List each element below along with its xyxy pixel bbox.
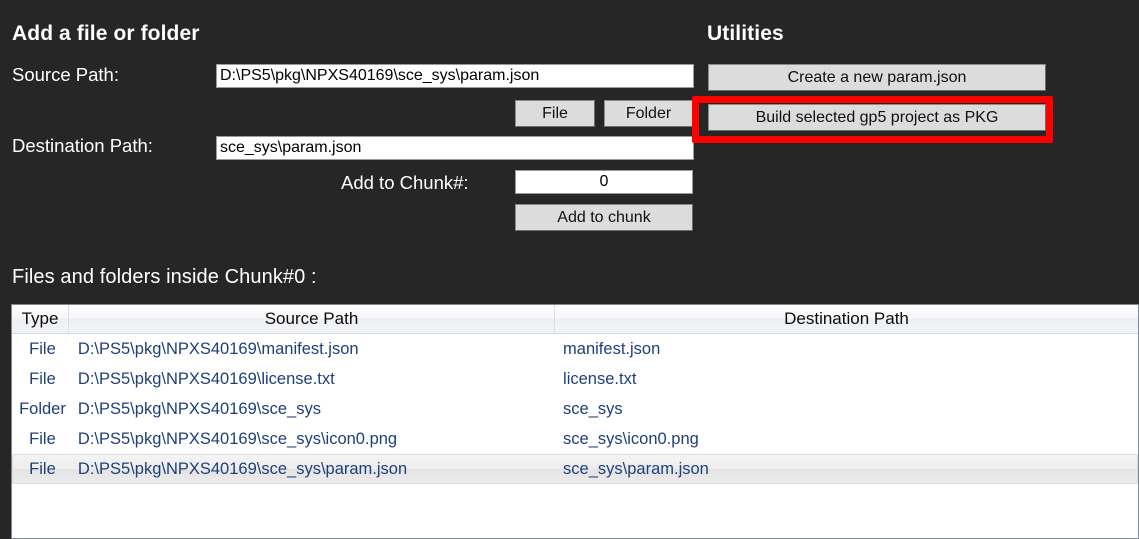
column-header-source-path[interactable]: Source Path — [69, 305, 555, 333]
row-source-path: D:\PS5\pkg\NPXS40169\sce_sys\icon0.png — [77, 430, 398, 448]
row-type: File — [29, 460, 56, 478]
files-listview[interactable]: Type Source Path Destination Path File D… — [11, 304, 1139, 539]
files-listview-body: File D:\PS5\pkg\NPXS40169\manifest.json … — [12, 334, 1138, 484]
table-row[interactable]: File D:\PS5\pkg\NPXS40169\license.txt li… — [12, 364, 1138, 394]
build-pkg-button[interactable]: Build selected gp5 project as PKG — [708, 104, 1046, 131]
source-path-input[interactable] — [216, 64, 694, 88]
chunk-number-input[interactable] — [515, 170, 693, 194]
row-destination-path: sce_sys\param.json — [563, 460, 709, 478]
table-row[interactable]: File D:\PS5\pkg\NPXS40169\manifest.json … — [12, 334, 1138, 364]
row-destination-path: license.txt — [563, 370, 637, 388]
table-row[interactable]: File D:\PS5\pkg\NPXS40169\sce_sys\param.… — [12, 454, 1138, 484]
row-destination-path: sce_sys\icon0.png — [563, 430, 699, 448]
files-listview-header: Type Source Path Destination Path — [12, 305, 1138, 334]
create-param-json-button[interactable]: Create a new param.json — [708, 64, 1046, 91]
destination-path-label: Destination Path: — [12, 135, 153, 156]
column-header-type[interactable]: Type — [12, 305, 69, 333]
add-to-chunk-label: Add to Chunk#: — [341, 172, 469, 193]
table-row[interactable]: File D:\PS5\pkg\NPXS40169\sce_sys\icon0.… — [12, 424, 1138, 454]
row-type: Folder — [19, 400, 66, 418]
row-source-path: D:\PS5\pkg\NPXS40169\sce_sys\param.json — [77, 460, 408, 478]
table-row[interactable]: Folder D:\PS5\pkg\NPXS40169\sce_sys sce_… — [12, 394, 1138, 424]
add-file-or-folder-title: Add a file or folder — [12, 22, 200, 45]
row-type: File — [29, 340, 56, 358]
row-type: File — [29, 370, 56, 388]
row-source-path: D:\PS5\pkg\NPXS40169\sce_sys — [77, 400, 321, 418]
folder-browse-button[interactable]: Folder — [604, 100, 693, 127]
destination-path-input[interactable] — [216, 136, 694, 160]
row-destination-path: sce_sys — [563, 400, 623, 418]
row-source-path: D:\PS5\pkg\NPXS40169\manifest.json — [77, 340, 359, 358]
row-source-path: D:\PS5\pkg\NPXS40169\license.txt — [77, 370, 335, 388]
column-header-destination-path[interactable]: Destination Path — [555, 305, 1138, 333]
file-browse-button[interactable]: File — [515, 100, 595, 127]
row-destination-path: manifest.json — [563, 340, 661, 358]
source-path-label: Source Path: — [12, 64, 119, 85]
utilities-title: Utilities — [707, 22, 784, 45]
add-to-chunk-button[interactable]: Add to chunk — [515, 204, 693, 231]
files-section-title: Files and folders inside Chunk#0 : — [12, 266, 317, 288]
row-type: File — [29, 430, 56, 448]
